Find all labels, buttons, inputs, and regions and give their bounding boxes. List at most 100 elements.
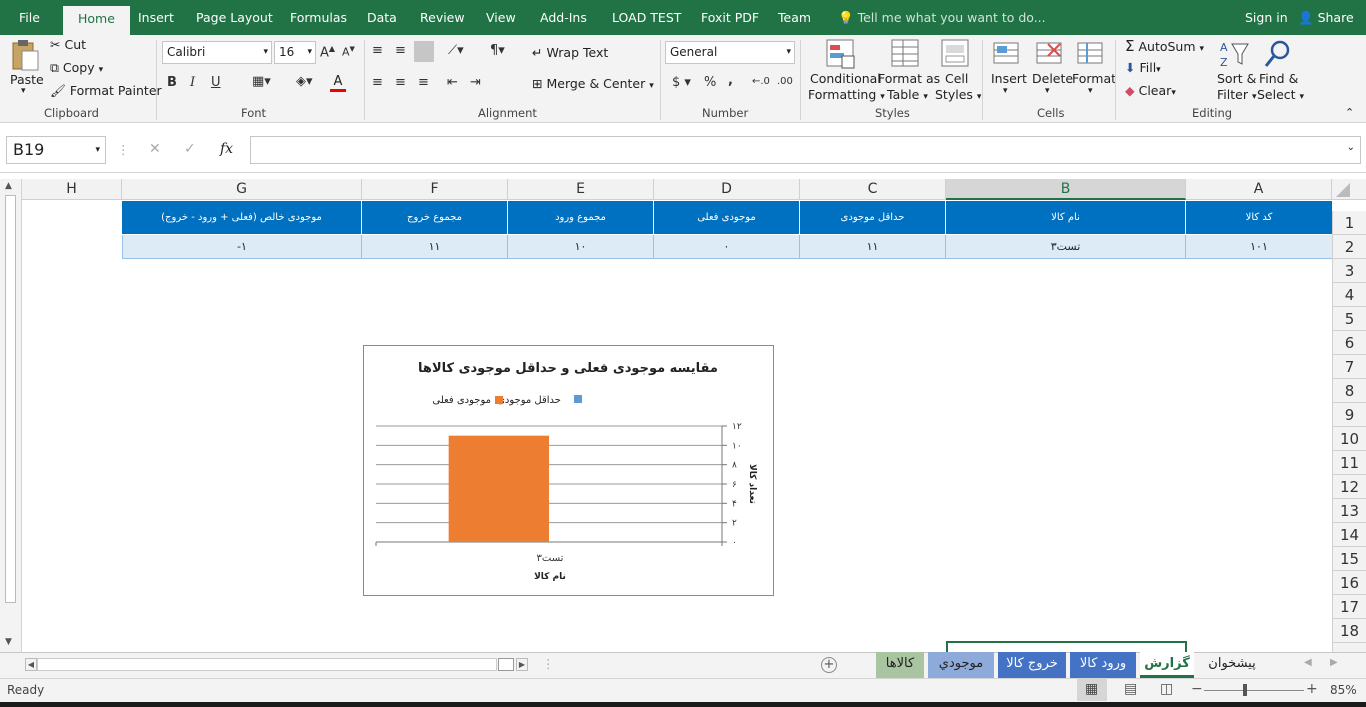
row-header[interactable]: 2 (1332, 235, 1366, 259)
zoom-level[interactable]: 85% (1330, 683, 1357, 697)
tab-review[interactable]: Review (420, 0, 465, 35)
italic-button[interactable]: I (190, 75, 195, 90)
format-as-table-icon[interactable] (890, 38, 922, 70)
paste-button[interactable]: Paste (10, 72, 44, 87)
wrap-text-button[interactable]: ↵ Wrap Text (532, 45, 608, 60)
orientation-icon[interactable]: ⟋▾ (448, 43, 464, 58)
cancel-icon[interactable]: ✕ (149, 141, 161, 157)
format-cells-icon[interactable] (1075, 38, 1105, 68)
row-header[interactable]: 12 (1332, 475, 1366, 499)
decrease-indent-icon[interactable]: ⇤ (447, 75, 458, 90)
insert-cells-button[interactable]: Insert (991, 71, 1027, 86)
page-layout-view-icon[interactable]: ▤ (1124, 681, 1137, 697)
table-cell[interactable]: ۱۰ (508, 235, 654, 259)
sheet-tab-pishkhan[interactable]: پیشخوان (1200, 652, 1264, 678)
font-name-combo[interactable]: Calibri ▾ (162, 41, 272, 64)
autosum-button[interactable]: Σ AutoSum ▾ (1125, 37, 1204, 55)
table-header-cell[interactable]: کد کالا (1186, 201, 1332, 234)
scroll-thumb[interactable] (5, 195, 16, 603)
row-header[interactable]: 11 (1332, 451, 1366, 475)
row-header[interactable]: 4 (1332, 283, 1366, 307)
fill-button[interactable]: ⬇ Fill▾ (1125, 60, 1161, 75)
sheet-tab-gozaresh[interactable]: گزارش (1140, 652, 1194, 678)
delete-cells-button[interactable]: Delete (1032, 71, 1073, 86)
tab-team[interactable]: Team (778, 0, 811, 35)
tab-formulas[interactable]: Formulas (290, 0, 347, 35)
row-header[interactable]: 13 (1332, 499, 1366, 523)
paste-icon[interactable] (10, 38, 40, 72)
cell-styles-button[interactable]: Styles ▾ (935, 87, 981, 102)
row-header[interactable]: 14 (1332, 523, 1366, 547)
collapse-ribbon-icon[interactable]: ⌃ (1345, 106, 1354, 119)
hscroll-right-icon[interactable]: ▶ (516, 658, 528, 671)
vertical-scrollbar[interactable]: ▲ ▼ (0, 179, 22, 652)
tab-load-test[interactable]: LOAD TEST (612, 0, 681, 35)
merge-center-button[interactable]: ⊞ Merge & Center ▾ (532, 76, 654, 91)
conditional-formatting-button[interactable]: Formatting ▾ (808, 87, 885, 102)
cell-styles-icon[interactable] (940, 38, 972, 70)
paste-dropdown-icon[interactable]: ▾ (21, 86, 26, 96)
table-header-cell[interactable]: موجودی خالص (فعلی + ورود - خروج) (122, 201, 362, 234)
format-as-table-button[interactable]: Table ▾ (887, 87, 928, 102)
row-header[interactable]: 10 (1332, 427, 1366, 451)
column-header-e[interactable]: E (508, 179, 654, 200)
hscroll-left-icon[interactable]: ◀ (25, 658, 37, 671)
increase-indent-icon[interactable]: ⇥ (470, 75, 481, 90)
zoom-in-icon[interactable]: + (1306, 681, 1318, 697)
share-button[interactable]: 👤 Share (1298, 0, 1354, 35)
sheet-tab-kalaha[interactable]: کالاها (876, 652, 924, 678)
column-header-c[interactable]: C (800, 179, 946, 200)
bold-button[interactable]: B (167, 75, 177, 90)
tab-foxit-pdf[interactable]: Foxit PDF (701, 0, 759, 35)
tab-add-ins[interactable]: Add-Ins (540, 0, 587, 35)
percent-button[interactable]: % (704, 75, 716, 90)
row-header[interactable]: 3 (1332, 259, 1366, 283)
sheet-tab-mojoodi[interactable]: موجودي (928, 652, 994, 678)
delete-cells-icon[interactable] (1034, 38, 1064, 68)
clear-button[interactable]: ◆ Clear▾ (1125, 83, 1176, 98)
column-header-a[interactable]: A (1186, 179, 1332, 200)
align-bottom-icon[interactable] (414, 41, 434, 62)
table-cell[interactable]: تست۳ (946, 235, 1186, 259)
underline-button[interactable]: U (211, 75, 221, 90)
page-break-view-icon[interactable]: ◫ (1160, 681, 1173, 697)
column-header-d[interactable]: D (654, 179, 800, 200)
tab-page-layout[interactable]: Page Layout (196, 0, 273, 35)
conditional-formatting-icon[interactable] (825, 38, 857, 70)
table-cell[interactable]: -۱ (122, 235, 362, 259)
table-header-cell[interactable]: مجموع خروج (362, 201, 508, 234)
align-right-icon[interactable]: ≡ (418, 75, 429, 90)
formula-input[interactable]: ⌄ (250, 136, 1361, 164)
sort-filter-label-1[interactable]: Sort & (1217, 71, 1256, 86)
font-color-icon[interactable]: A (330, 74, 346, 92)
sort-filter-button[interactable]: Filter ▾ (1217, 87, 1256, 102)
fill-color-icon[interactable]: ◈▾ (296, 74, 313, 89)
align-top-icon[interactable]: ≡ (372, 43, 383, 58)
row-header[interactable]: 18 (1332, 619, 1366, 643)
row-header[interactable]: 8 (1332, 379, 1366, 403)
column-header-g[interactable]: G (122, 179, 362, 200)
format-painter-button[interactable]: 🖌 Format Painter (50, 83, 162, 99)
sheet-tab-vorood-kala[interactable]: ورود کالا (1070, 652, 1136, 678)
align-middle-icon[interactable]: ≡ (395, 43, 406, 58)
number-format-combo[interactable]: General ▾ (665, 41, 795, 64)
cell-styles-label-1[interactable]: Cell (945, 71, 968, 86)
table-cell[interactable]: ۱۰۱ (1186, 235, 1332, 259)
increase-decimal-icon[interactable]: ←.0 (752, 76, 770, 87)
tab-insert[interactable]: Insert (138, 0, 174, 35)
selected-cell-b19[interactable] (946, 641, 1187, 652)
table-header-cell[interactable]: حداقل موجودی (800, 201, 946, 234)
decrease-font-icon[interactable]: A▼ (342, 45, 355, 59)
enter-icon[interactable]: ✓ (184, 141, 196, 157)
chevron-down-icon[interactable]: ▾ (1003, 86, 1008, 96)
normal-view-button[interactable]: ▦ (1077, 679, 1107, 701)
name-box[interactable]: B19 ▾ (6, 136, 106, 164)
scroll-down-icon[interactable]: ▼ (5, 637, 12, 647)
table-cell[interactable]: ۱۱ (800, 235, 946, 259)
hscroll-thumb[interactable] (498, 658, 514, 671)
horizontal-scroll-track[interactable] (37, 658, 497, 671)
find-select-label-1[interactable]: Find & (1259, 71, 1298, 86)
table-header-cell[interactable]: موجودی فعلی (654, 201, 800, 234)
column-header-h[interactable]: H (22, 179, 122, 200)
select-all-corner[interactable] (1332, 179, 1366, 200)
